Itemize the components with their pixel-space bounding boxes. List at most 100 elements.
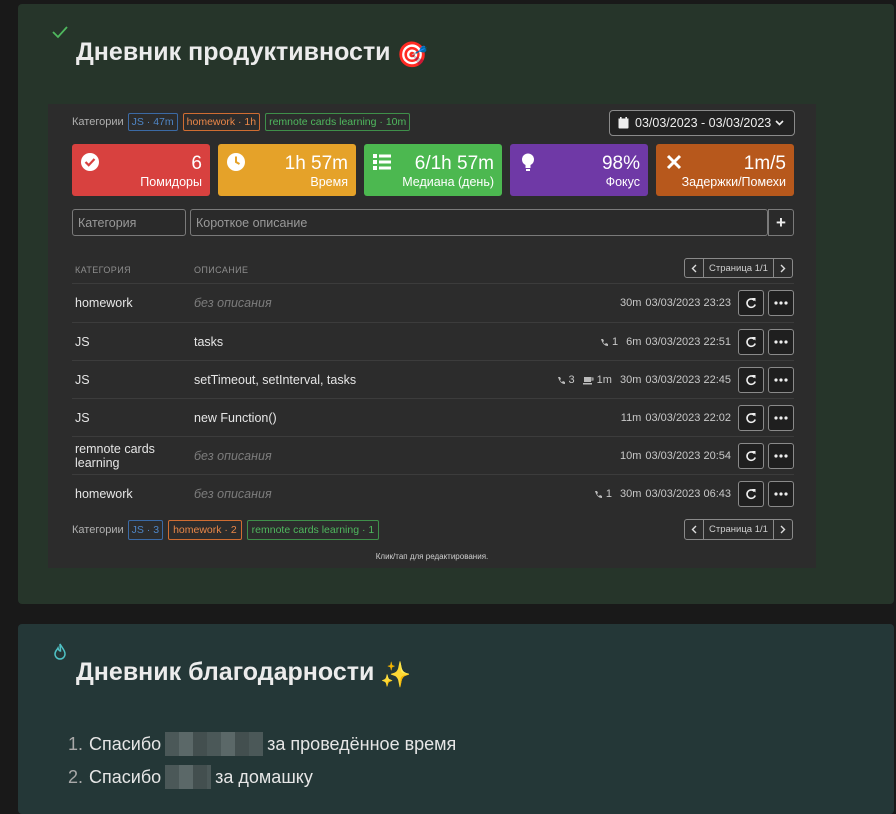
row-description: без описания xyxy=(194,296,272,310)
next-page-button[interactable] xyxy=(772,519,793,540)
item-prefix: Спасибо xyxy=(89,766,162,787)
row-meta: 3 1m 30m 03/03/2023 22:45 xyxy=(549,361,731,399)
more-options-button[interactable] xyxy=(768,367,794,393)
gratitude-item: 1. Спасибо за проведённое время xyxy=(68,732,456,756)
redo-icon xyxy=(746,413,756,424)
list-icon xyxy=(373,154,391,170)
item-suffix: за проведённое время xyxy=(267,733,457,754)
chip-homework[interactable]: homework · 1h xyxy=(182,113,261,131)
restart-button[interactable] xyxy=(738,405,764,431)
date-range-text: 03/03/2023 - 03/03/2023 xyxy=(635,116,772,130)
more-options-button[interactable] xyxy=(768,329,794,355)
next-page-button[interactable] xyxy=(772,258,793,278)
tile-median: 6/1h 57m Медиана (день) xyxy=(364,144,502,196)
phone-icon xyxy=(557,376,565,384)
row-description: без описания xyxy=(194,487,272,501)
productivity-title: Дневник продуктивности 🎯 xyxy=(76,38,428,69)
times-icon xyxy=(666,154,682,170)
category-input[interactable]: Категория xyxy=(72,209,186,236)
tile-value: 6/1h 57m xyxy=(414,153,494,174)
row-description: setTimeout, setInterval, tasks xyxy=(194,373,357,387)
item-suffix: за домашку xyxy=(215,766,313,787)
list-number: 2. xyxy=(68,766,84,787)
row-time: 03/03/2023 22:51 xyxy=(645,336,731,348)
top-category-filter: Категории JS · 47m homework · 1h remnote… xyxy=(72,113,415,131)
tile-value: 1m/5 xyxy=(743,153,786,174)
row-time: 03/03/2023 20:54 xyxy=(645,450,731,462)
prev-page-button[interactable] xyxy=(684,519,704,540)
table-row[interactable]: homework без описания 1 30m 03/03/2023 0… xyxy=(72,474,794,512)
restart-button[interactable] xyxy=(738,443,764,469)
chevron-left-icon xyxy=(691,264,697,272)
table-row[interactable]: JS setTimeout, setInterval, tasks 3 1m 3… xyxy=(72,360,794,398)
tile-time: 1h 57m Время xyxy=(218,144,356,196)
tile-caption: Время xyxy=(310,175,348,189)
more-options-button[interactable] xyxy=(768,443,794,469)
page-indicator: Страница 1/1 xyxy=(704,519,773,540)
redacted-name xyxy=(165,765,212,789)
flame-icon xyxy=(54,643,66,660)
more-options-button[interactable] xyxy=(768,290,794,316)
gratitude-title: Дневник благодарности ✨ xyxy=(76,658,412,689)
redo-icon xyxy=(746,337,756,348)
redacted-name xyxy=(165,732,264,756)
gratitude-item: 2. Спасибо за домашку xyxy=(68,765,313,789)
chip-remnote[interactable]: remnote cards learning · 10m xyxy=(265,113,411,131)
table-row[interactable]: JS new Function() 11m 03/03/2023 22:02 xyxy=(72,398,794,436)
sparkles-emoji-icon: ✨ xyxy=(380,661,412,689)
row-duration: 6m xyxy=(626,336,642,348)
chip-js-count[interactable]: JS · 3 xyxy=(127,520,164,540)
restart-button[interactable] xyxy=(738,290,764,316)
row-category: JS xyxy=(75,411,90,425)
tile-caption: Фокус xyxy=(605,175,640,189)
restart-button[interactable] xyxy=(738,481,764,507)
tile-value: 98% xyxy=(601,153,640,174)
tile-caption: Помидоры xyxy=(140,175,202,189)
row-meta: 1 6m 03/03/2023 22:51 xyxy=(592,323,731,361)
row-description: new Function() xyxy=(194,411,277,425)
date-range-picker[interactable]: 03/03/2023 - 03/03/2023 xyxy=(609,110,795,136)
ellipsis-icon xyxy=(774,416,788,420)
ellipsis-icon xyxy=(774,301,788,305)
tile-interruptions: 1m/5 Задержки/Помехи xyxy=(656,144,794,196)
tile-focus: 98% Фокус xyxy=(510,144,648,196)
redo-icon xyxy=(746,298,756,309)
row-calls: 1 xyxy=(600,336,618,348)
page-indicator: Страница 1/1 xyxy=(704,258,773,278)
add-entry-button[interactable]: + xyxy=(768,209,794,236)
chip-homework-count[interactable]: homework · 2 xyxy=(168,520,242,540)
clock-icon xyxy=(227,153,245,171)
more-options-button[interactable] xyxy=(768,405,794,431)
row-duration: 30m xyxy=(619,374,642,386)
restart-button[interactable] xyxy=(738,367,764,393)
chevron-right-icon xyxy=(780,525,786,534)
row-category: homework xyxy=(75,487,133,501)
ellipsis-icon xyxy=(774,378,788,382)
table-row[interactable]: JS tasks 1 6m 03/03/2023 22:51 xyxy=(72,322,794,360)
prev-page-button[interactable] xyxy=(684,258,704,278)
calendar-icon xyxy=(618,117,629,129)
row-category: JS xyxy=(75,335,90,349)
redo-icon xyxy=(746,489,756,500)
more-options-button[interactable] xyxy=(768,481,794,507)
table-row[interactable]: homework без описания 30m 03/03/2023 23:… xyxy=(72,283,794,321)
row-category: remnote cards learning xyxy=(75,442,155,470)
tile-pomodoros: 6 Помидоры xyxy=(72,144,210,196)
row-duration: 10m xyxy=(619,450,642,462)
chevron-left-icon xyxy=(691,525,697,534)
row-meta: 30m 03/03/2023 23:23 xyxy=(612,284,731,322)
chip-js[interactable]: JS · 47m xyxy=(127,113,178,131)
ellipsis-icon xyxy=(774,454,788,458)
ellipsis-icon xyxy=(774,340,788,344)
description-input[interactable]: Короткое описание xyxy=(190,209,768,236)
restart-button[interactable] xyxy=(738,329,764,355)
pager-top: Страница 1/1 xyxy=(684,258,793,278)
table-row[interactable]: remnote cards learning без описания 10m … xyxy=(72,436,794,474)
tile-value: 6 xyxy=(191,153,202,174)
row-time: 03/03/2023 23:23 xyxy=(645,297,731,309)
row-duration: 30m xyxy=(619,297,642,309)
redo-icon xyxy=(746,375,756,386)
row-meta: 1 30m 03/03/2023 06:43 xyxy=(586,475,731,513)
chip-remnote-count[interactable]: remnote cards learning · 1 xyxy=(246,520,380,540)
row-description: без описания xyxy=(194,449,272,463)
